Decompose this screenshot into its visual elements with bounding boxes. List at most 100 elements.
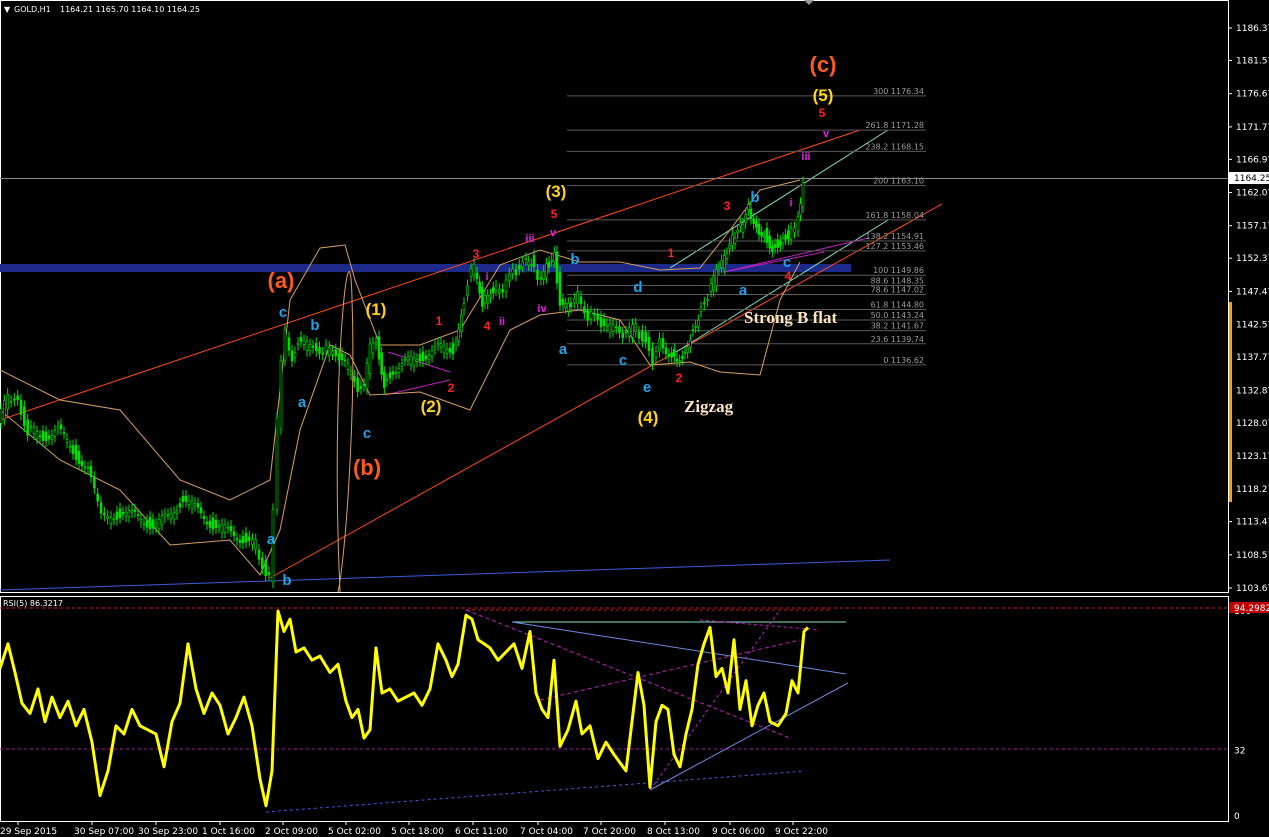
candle-body: [579, 296, 583, 304]
candle-body: [654, 351, 658, 358]
candle-body: [752, 218, 755, 224]
candle-body: [308, 344, 312, 351]
candle-body: [709, 283, 713, 292]
fib-level-label: 200 1163.10: [873, 177, 924, 186]
candle-body: [142, 523, 146, 526]
candle-body: [787, 230, 790, 240]
fib-level-label: 38.2 1141.67: [871, 322, 924, 331]
candle-body: [299, 336, 303, 342]
candle-body: [573, 298, 576, 303]
candle-body: [199, 507, 203, 513]
candle-body: [736, 229, 739, 234]
fib-level-label: 23.6 1139.74: [871, 335, 924, 344]
candle-body: [550, 259, 553, 262]
candle-body: [681, 356, 684, 360]
candle-body: [151, 519, 155, 529]
candle-body: [536, 269, 539, 280]
candle-body: [421, 351, 425, 362]
candle-body: [605, 323, 609, 327]
time-tick-label: 2 Oct 09:00: [265, 827, 318, 837]
rsi-value-label: 94.2982: [1234, 604, 1269, 614]
wave-label: a: [739, 282, 748, 299]
candle-body: [368, 343, 372, 374]
current-price-value: 1164.25: [1234, 174, 1269, 184]
candle-body: [433, 346, 437, 350]
candle-body: [196, 503, 200, 508]
price-tick-label: 1147.47: [1236, 287, 1269, 297]
candle-body: [489, 294, 492, 298]
candle-body: [508, 273, 511, 282]
fib-level-label: 50.0 1143.24: [871, 311, 924, 320]
rsi-tick-label: 0: [1234, 812, 1240, 822]
candle-body: [56, 426, 60, 430]
candle-body: [6, 394, 9, 410]
annotation-strong-b-flat: Strong B flat: [744, 308, 838, 327]
candle-body: [697, 320, 700, 327]
candle-body: [103, 512, 106, 516]
candle-body: [768, 235, 771, 249]
candle-body: [466, 285, 469, 296]
candle-body: [530, 264, 533, 266]
wave-label: (3): [546, 182, 567, 201]
candle-body: [327, 346, 331, 357]
candle-body: [763, 236, 766, 238]
candle-body: [287, 337, 291, 351]
candle-body: [324, 344, 328, 352]
candle-body: [74, 444, 78, 460]
candle-body: [776, 239, 779, 248]
wave-label: d: [633, 279, 642, 296]
candle-body: [472, 263, 476, 276]
candle-body: [491, 287, 495, 294]
candle-body: [385, 379, 389, 382]
dropdown-arrow-icon[interactable]: ▼: [4, 5, 11, 14]
candle-body: [109, 516, 113, 524]
candle-body: [801, 182, 805, 208]
wave-label: 1: [668, 246, 675, 260]
fib-level-label: 138.2 1154.91: [865, 232, 924, 241]
candle-body: [796, 216, 800, 232]
wave-label: 4: [785, 269, 792, 283]
wave-label: 1: [436, 314, 443, 328]
candle-body: [451, 343, 455, 355]
wave-label: a: [559, 341, 568, 358]
candle-body: [627, 327, 631, 337]
candle-body: [254, 539, 258, 550]
price-tick-label: 1152.37: [1236, 254, 1269, 264]
candle-body: [275, 417, 279, 510]
candle-body: [524, 258, 528, 260]
candle-body: [712, 275, 715, 291]
candle-body: [202, 516, 206, 519]
candle-body: [391, 371, 395, 375]
wave-label: 3: [724, 199, 731, 213]
candle-body: [217, 525, 221, 528]
candle-body: [356, 377, 359, 392]
time-tick-label: 5 Oct 02:00: [328, 827, 381, 837]
candle-body: [343, 359, 347, 362]
candle-body: [558, 271, 562, 306]
wave-label: (4): [638, 408, 659, 427]
candle-body: [539, 277, 543, 280]
wave-label: a: [298, 394, 307, 411]
candle-body: [371, 342, 375, 354]
candle-body: [667, 353, 671, 357]
candle-body: [241, 535, 245, 544]
candle-body: [641, 330, 644, 342]
wave-label: 3: [473, 247, 480, 261]
candle-body: [32, 427, 36, 435]
candle-body: [647, 336, 651, 351]
wave-label: v: [823, 128, 830, 140]
candle-body: [38, 435, 42, 438]
candle-body: [380, 352, 383, 375]
candle-body: [362, 383, 366, 386]
candle-body: [567, 303, 570, 312]
candle-body: [340, 353, 344, 361]
candle-body: [0, 408, 3, 424]
candle-body: [614, 326, 618, 329]
candle-body: [112, 518, 116, 521]
candle-body: [608, 323, 612, 333]
candle-body: [430, 350, 434, 357]
candle-body: [383, 372, 386, 388]
price-tick-label: 1123.17: [1236, 452, 1269, 462]
candle-body: [244, 532, 248, 543]
candle-body: [293, 352, 297, 358]
